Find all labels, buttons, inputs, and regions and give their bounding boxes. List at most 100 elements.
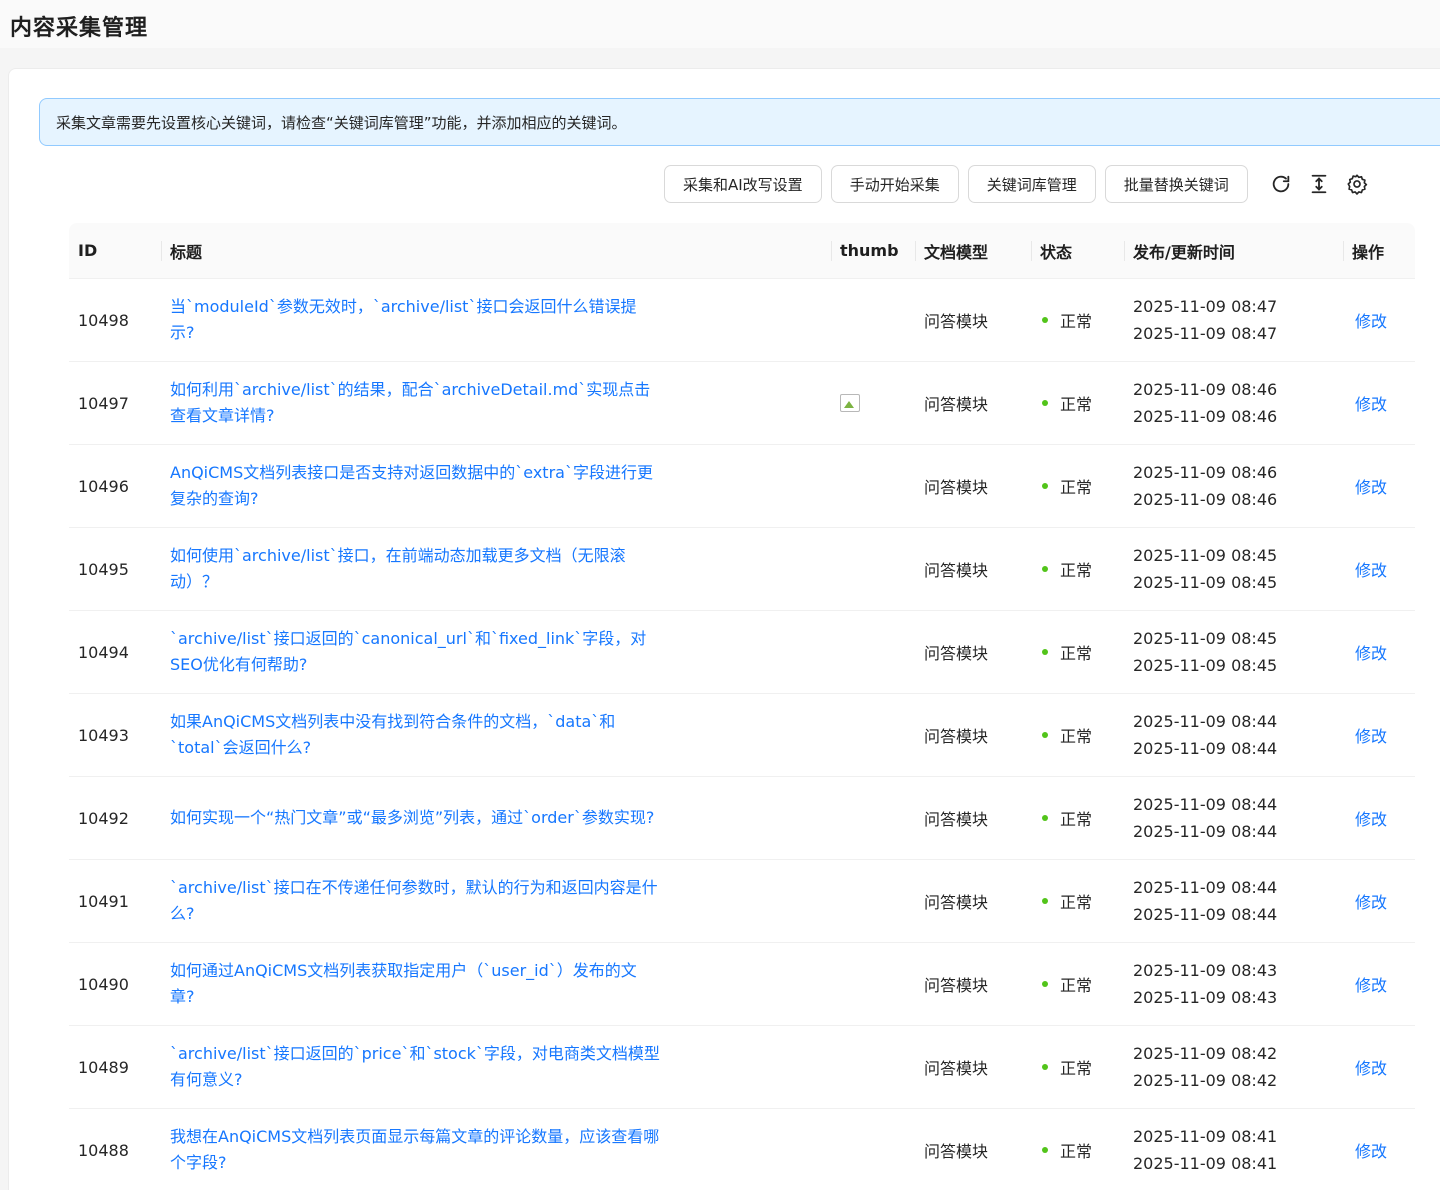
table-row: 10497 如何利用`archive/list`的结果，配合`archiveDe… — [69, 362, 1415, 445]
row-time: 2025-11-09 08:46 2025-11-09 08:46 — [1124, 459, 1343, 513]
keyword-library-button[interactable]: 关键词库管理 — [967, 165, 1096, 203]
row-op-cell: 修改 — [1343, 391, 1415, 415]
table-toolbar: 采集和AI改写设置 手动开始采集 关键词库管理 批量替换关键词 — [664, 165, 1371, 203]
batch-replace-keyword-button[interactable]: 批量替换关键词 — [1104, 165, 1248, 203]
row-update-time: 2025-11-09 08:47 — [1133, 324, 1278, 343]
row-title-link[interactable]: `archive/list`接口返回的`canonical_url`和`fixe… — [170, 626, 660, 678]
row-publish-time: 2025-11-09 08:45 — [1133, 546, 1278, 565]
edit-link[interactable]: 修改 — [1352, 972, 1387, 996]
row-op-cell: 修改 — [1343, 889, 1415, 913]
edit-link[interactable]: 修改 — [1352, 1138, 1387, 1162]
row-model: 问答模块 — [924, 312, 989, 331]
status-dot-icon — [1042, 566, 1048, 572]
row-op-cell: 修改 — [1343, 557, 1415, 581]
row-model: 问答模块 — [924, 561, 989, 580]
row-time: 2025-11-09 08:41 2025-11-09 08:41 — [1124, 1123, 1343, 1177]
row-title-link[interactable]: 如何利用`archive/list`的结果，配合`archiveDetail.m… — [170, 377, 660, 429]
row-op-cell: 修改 — [1343, 1055, 1415, 1079]
edit-link[interactable]: 修改 — [1352, 889, 1387, 913]
row-status: 正常 — [1031, 1055, 1124, 1079]
row-model: 问答模块 — [924, 1142, 989, 1161]
row-status-text: 正常 — [1060, 395, 1093, 414]
table-row: 10490 如何通过AnQiCMS文档列表获取指定用户（`user_id`）发布… — [69, 943, 1415, 1026]
row-title-link[interactable]: 如何使用`archive/list`接口，在前端动态加载更多文档（无限滚动）？ — [170, 543, 660, 595]
reload-icon[interactable] — [1267, 170, 1295, 198]
row-thumb-cell — [831, 394, 915, 412]
content-table: ID 标题 thumb 文档模型 状态 发布/更新时间 操作 10498 当`m… — [69, 223, 1415, 1190]
page-title: 内容采集管理 — [10, 16, 149, 41]
row-update-time: 2025-11-09 08:45 — [1133, 656, 1278, 675]
row-model: 问答模块 — [924, 893, 989, 912]
edit-link[interactable]: 修改 — [1352, 640, 1387, 664]
row-title-cell: `archive/list`接口在不传递任何参数时，默认的行为和返回内容是什么? — [161, 875, 831, 927]
row-op-cell: 修改 — [1343, 972, 1415, 996]
row-id: 10491 — [78, 891, 129, 911]
row-status: 正常 — [1031, 1138, 1124, 1162]
edit-link[interactable]: 修改 — [1352, 806, 1387, 830]
row-time: 2025-11-09 08:43 2025-11-09 08:43 — [1124, 957, 1343, 1011]
row-time: 2025-11-09 08:46 2025-11-09 08:46 — [1124, 376, 1343, 430]
row-status: 正常 — [1031, 308, 1124, 332]
edit-link[interactable]: 修改 — [1352, 723, 1387, 747]
row-title-link[interactable]: `archive/list`接口在不传递任何参数时，默认的行为和返回内容是什么? — [170, 875, 660, 927]
row-status-text: 正常 — [1060, 1142, 1093, 1161]
table-row: 10491 `archive/list`接口在不传递任何参数时，默认的行为和返回… — [69, 860, 1415, 943]
row-title-cell: 我想在AnQiCMS文档列表页面显示每篇文章的评论数量，应该查看哪个字段? — [161, 1124, 831, 1176]
column-header-op: 操作 — [1343, 223, 1415, 279]
row-title-link[interactable]: 我想在AnQiCMS文档列表页面显示每篇文章的评论数量，应该查看哪个字段? — [170, 1124, 660, 1176]
edit-link[interactable]: 修改 — [1352, 474, 1387, 498]
row-title-link[interactable]: 如果AnQiCMS文档列表中没有找到符合条件的文档，`data`和`total`… — [170, 709, 660, 761]
row-status: 正常 — [1031, 474, 1124, 498]
status-dot-icon — [1042, 732, 1048, 738]
edit-link[interactable]: 修改 — [1352, 557, 1387, 581]
row-time: 2025-11-09 08:44 2025-11-09 08:44 — [1124, 708, 1343, 762]
row-model: 问答模块 — [924, 644, 989, 663]
edit-link[interactable]: 修改 — [1352, 308, 1387, 332]
row-op-cell: 修改 — [1343, 806, 1415, 830]
row-title-cell: `archive/list`接口返回的`price`和`stock`字段，对电商… — [161, 1041, 831, 1093]
edit-link[interactable]: 修改 — [1352, 391, 1387, 415]
row-op-cell: 修改 — [1343, 308, 1415, 332]
row-title-link[interactable]: 如何实现一个“热门文章”或“最多浏览”列表，通过`order`参数实现? — [170, 805, 660, 831]
row-update-time: 2025-11-09 08:45 — [1133, 573, 1278, 592]
table-body: 10498 当`moduleId`参数无效时，`archive/list`接口会… — [69, 279, 1415, 1190]
row-update-time: 2025-11-09 08:42 — [1133, 1071, 1278, 1090]
row-title-cell: 如何使用`archive/list`接口，在前端动态加载更多文档（无限滚动）？ — [161, 543, 831, 595]
row-title-link[interactable]: `archive/list`接口返回的`price`和`stock`字段，对电商… — [170, 1041, 660, 1093]
row-id: 10488 — [78, 1140, 129, 1160]
collect-ai-settings-button[interactable]: 采集和AI改写设置 — [664, 165, 822, 203]
row-status-text: 正常 — [1060, 478, 1093, 497]
status-dot-icon — [1042, 1064, 1048, 1070]
row-title-link[interactable]: 当`moduleId`参数无效时，`archive/list`接口会返回什么错误… — [170, 294, 660, 346]
column-height-icon[interactable] — [1305, 170, 1333, 198]
row-op-cell: 修改 — [1343, 474, 1415, 498]
row-model: 问答模块 — [924, 727, 989, 746]
column-header-time: 发布/更新时间 — [1124, 223, 1343, 279]
row-model: 问答模块 — [924, 1059, 989, 1078]
row-status: 正常 — [1031, 640, 1124, 664]
row-time: 2025-11-09 08:45 2025-11-09 08:45 — [1124, 542, 1343, 596]
table-header: ID 标题 thumb 文档模型 状态 发布/更新时间 操作 — [69, 223, 1415, 279]
row-update-time: 2025-11-09 08:44 — [1133, 822, 1278, 841]
row-model: 问答模块 — [924, 810, 989, 829]
row-status-text: 正常 — [1060, 561, 1093, 580]
page-header: 内容采集管理 — [0, 0, 1440, 48]
status-dot-icon — [1042, 649, 1048, 655]
edit-link[interactable]: 修改 — [1352, 1055, 1387, 1079]
manual-collect-button[interactable]: 手动开始采集 — [830, 165, 959, 203]
row-status: 正常 — [1031, 723, 1124, 747]
setting-icon[interactable] — [1343, 170, 1371, 198]
row-op-cell: 修改 — [1343, 723, 1415, 747]
row-title-link[interactable]: 如何通过AnQiCMS文档列表获取指定用户（`user_id`）发布的文章? — [170, 958, 660, 1010]
row-status-text: 正常 — [1060, 644, 1093, 663]
status-dot-icon — [1042, 981, 1048, 987]
row-publish-time: 2025-11-09 08:44 — [1133, 878, 1278, 897]
row-status: 正常 — [1031, 557, 1124, 581]
row-title-cell: AnQiCMS文档列表接口是否支持对返回数据中的`extra`字段进行更复杂的查… — [161, 460, 831, 512]
row-op-cell: 修改 — [1343, 1138, 1415, 1162]
row-update-time: 2025-11-09 08:46 — [1133, 490, 1278, 509]
row-status: 正常 — [1031, 889, 1124, 913]
status-dot-icon — [1042, 815, 1048, 821]
row-update-time: 2025-11-09 08:43 — [1133, 988, 1278, 1007]
row-title-link[interactable]: AnQiCMS文档列表接口是否支持对返回数据中的`extra`字段进行更复杂的查… — [170, 460, 660, 512]
